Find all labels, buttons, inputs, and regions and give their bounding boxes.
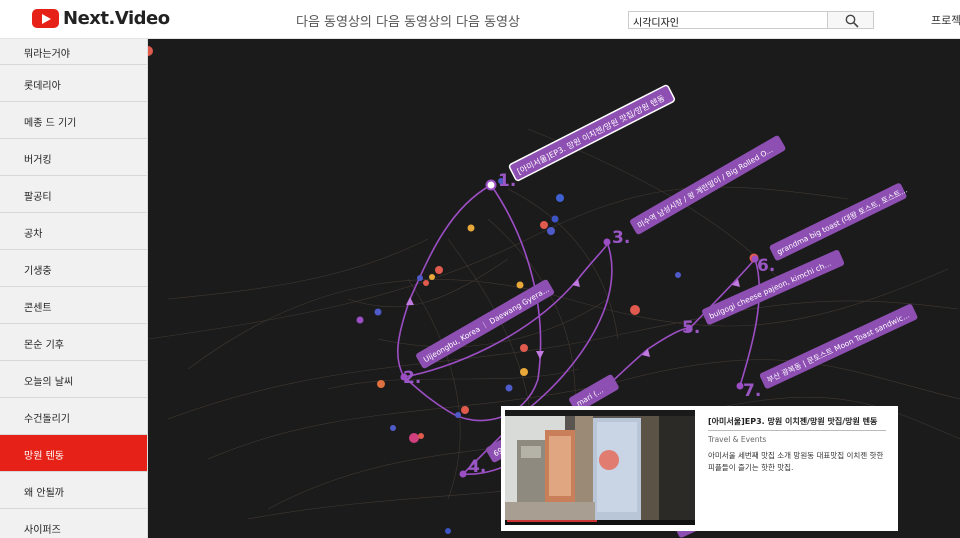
preview-description: 아미서울 세번째 맛집 소개 망원동 대표맛집 이치젠 핫한 피플들이 즐기는 … [708, 451, 884, 472]
sidebar-item-active[interactable]: 망원 텐동 [0, 435, 147, 472]
sidebar-item[interactable]: 수건돌리기 [0, 398, 147, 435]
svg-text:grandma big toast (대왕 토스트, 토스트: grandma big toast (대왕 토스트, 토스트... [775, 185, 908, 256]
play-logo-icon[interactable] [32, 9, 59, 28]
sidebar-item[interactable]: 메종 드 기기 [0, 102, 147, 139]
search-icon [845, 14, 859, 28]
sidebar-item[interactable]: 사이퍼즈 [0, 509, 147, 538]
search-input[interactable]: 시각디자인 [628, 11, 828, 29]
video-preview-card[interactable]: [아미서울]EP3. 망원 이치젠/망원 맛집/망원 텐동 Travel & E… [501, 406, 898, 531]
sidebar-item[interactable]: 버거킹 [0, 139, 147, 176]
sidebar-item[interactable]: 공차 [0, 213, 147, 250]
brand-name[interactable]: Next.Video [63, 8, 170, 29]
node-label-6[interactable]: grandma big toast (대왕 토스트, 토스트... [769, 181, 910, 262]
sidebar-item[interactable]: 팔공티 [0, 176, 147, 213]
sidebar: 뭐라는거야 롯데리아 메종 드 기기 버거킹 팔공티 공차 기생충 콘센트 몬순… [0, 39, 148, 538]
sidebar-item[interactable]: 오늘의 날씨 [0, 361, 147, 398]
sidebar-item[interactable]: 뭐라는거야 [0, 39, 147, 65]
preview-title[interactable]: [아미서울]EP3. 망원 이치젠/망원 맛집/망원 텐동 [708, 416, 886, 427]
node-number-7: 7. [743, 381, 761, 401]
svg-text:[아미서울]EP3. 망원 이치젠/망원 맛집/망원 텐동: [아미서울]EP3. 망원 이치젠/망원 맛집/망원 텐동 [515, 93, 666, 177]
node-number-4: 4. [468, 457, 486, 477]
page-title: 다음 동영상의 다음 동영상의 다음 동영상 [296, 15, 520, 30]
sidebar-item[interactable]: 콘센트 [0, 287, 147, 324]
nav-project-link[interactable]: 프로젝 [931, 12, 960, 28]
sidebar-item[interactable]: 롯데리아 [0, 65, 147, 102]
top-bar: Next.Video 다음 동영상의 다음 동영상의 다음 동영상 시각디자인 … [0, 0, 960, 39]
node-label-7[interactable]: 부산 광복동 | 문토스트 Moon Toast sandwic... [759, 303, 918, 389]
sidebar-item[interactable]: 기생충 [0, 250, 147, 287]
node-number-6: 6. [757, 256, 775, 276]
preview-divider [708, 430, 886, 431]
video-thumbnail[interactable] [505, 410, 695, 525]
search-button[interactable] [827, 11, 874, 29]
node-label-2[interactable]: Uijeongbu, Korea ｜ Daewang Gyera... [415, 279, 555, 370]
node-label-3[interactable]: 미수역 남성시장 / 왕 계란말이 / Big Rolled O... [629, 135, 786, 236]
node-number-3: 3. [612, 228, 630, 248]
street-scene-image [505, 410, 695, 525]
node-label-1[interactable]: [아미서울]EP3. 망원 이치젠/망원 맛집/망원 텐동 [508, 84, 676, 182]
sidebar-item[interactable]: 몬순 기후 [0, 324, 147, 361]
sidebar-item[interactable]: 왜 안될까 [0, 472, 147, 509]
node-number-5: 5. [682, 318, 700, 338]
node-number-2: 2. [403, 368, 421, 388]
preview-category: Travel & Events [708, 435, 767, 444]
